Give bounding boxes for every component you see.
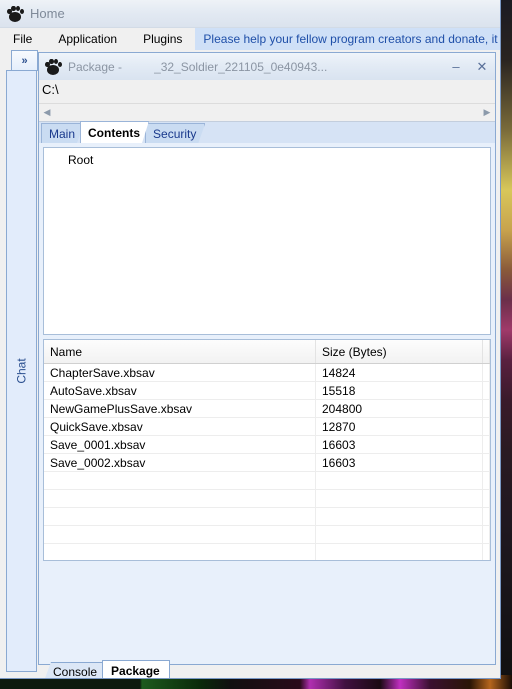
package-titlebar: Package - _32_Soldier_221105_0e40943... …: [39, 53, 495, 81]
cell-extra: [482, 417, 490, 436]
cell-size: 204800: [315, 399, 483, 418]
menu-item-file[interactable]: File: [0, 28, 46, 50]
cell-extra: [482, 399, 490, 418]
menu-bar: File Application Plugins Please help you…: [0, 28, 500, 51]
cell-size: 16603: [315, 435, 483, 454]
column-header-size[interactable]: Size (Bytes): [315, 340, 483, 364]
cell-name: AutoSave.xbsav: [44, 381, 316, 400]
file-list-panel[interactable]: Name Size (Bytes) ChapterSave.xbsav 14824…: [43, 339, 491, 561]
cell-empty: [482, 525, 490, 544]
cell-empty: [482, 489, 490, 508]
column-header-name[interactable]: Name: [44, 340, 316, 364]
table-row[interactable]: NewGamePlusSave.xbsav 204800: [44, 399, 490, 418]
table-row-empty[interactable]: [44, 543, 490, 560]
package-tree-panel[interactable]: Root: [43, 147, 491, 335]
window-title: Home: [30, 6, 65, 21]
cell-size: 14824: [315, 363, 483, 382]
cell-name: NewGamePlusSave.xbsav: [44, 399, 316, 418]
table-row-empty[interactable]: [44, 507, 490, 526]
tab-contents[interactable]: Contents: [80, 121, 149, 143]
address-area: C:\ ◀ ▶: [39, 80, 495, 122]
cell-empty: [44, 507, 316, 526]
cell-size: 16603: [315, 453, 483, 472]
client-area: » Chat Package - _32_Soldier_221105_0e40…: [0, 50, 500, 678]
cell-name: QuickSave.xbsav: [44, 417, 316, 436]
minimize-button[interactable]: –: [443, 57, 469, 77]
table-row[interactable]: Save_0002.xbsav 16603: [44, 453, 490, 472]
cell-size: 12870: [315, 417, 483, 436]
tree-node-root[interactable]: Root: [44, 152, 490, 168]
table-row[interactable]: QuickSave.xbsav 12870: [44, 417, 490, 436]
cell-size: 15518: [315, 381, 483, 400]
file-list-body: ChapterSave.xbsav 14824 AutoSave.xbsav 1551…: [44, 363, 490, 560]
scroll-left-icon[interactable]: ◀: [39, 105, 55, 120]
cell-empty: [482, 471, 490, 490]
file-list-table: Name Size (Bytes) ChapterSave.xbsav 14824…: [44, 340, 490, 560]
application-window: Home File Application Plugins Please hel…: [0, 0, 501, 679]
package-tabstrip: Main Contents Security: [39, 122, 495, 143]
paw-icon: [6, 5, 24, 23]
tab-main[interactable]: Main: [41, 123, 84, 143]
log-tabstrip: Console Package: [38, 660, 496, 679]
table-row[interactable]: AutoSave.xbsav 15518: [44, 381, 490, 400]
cell-empty: [315, 543, 483, 560]
table-row-empty[interactable]: [44, 489, 490, 508]
package-title-filename: _32_Soldier_221105_0e40943...: [154, 59, 328, 74]
table-row[interactable]: ChapterSave.xbsav 14824: [44, 363, 490, 382]
log-tab-package[interactable]: Package: [102, 660, 170, 678]
cell-empty: [44, 543, 316, 560]
table-row[interactable]: Save_0001.xbsav 16603: [44, 435, 490, 454]
file-list-header: Name Size (Bytes): [44, 340, 490, 364]
cell-empty: [315, 471, 483, 490]
chat-expand-button[interactable]: »: [11, 50, 38, 71]
cell-name: Save_0002.xbsav: [44, 453, 316, 472]
log-tab-console[interactable]: Console: [44, 662, 107, 679]
tab-security[interactable]: Security: [145, 123, 205, 143]
cell-empty: [482, 543, 490, 560]
cell-name: ChapterSave.xbsav: [44, 363, 316, 382]
donate-banner[interactable]: Please help your fellow program creators…: [195, 28, 500, 50]
cell-extra: [482, 363, 490, 382]
address-horizontal-scrollbar[interactable]: ◀ ▶: [39, 103, 495, 121]
package-child-window: Package - _32_Soldier_221105_0e40943... …: [38, 52, 496, 665]
cell-empty: [44, 525, 316, 544]
window-titlebar: Home: [0, 0, 500, 28]
close-button[interactable]: ✕: [469, 57, 495, 77]
column-header-extra[interactable]: [482, 340, 490, 364]
cell-empty: [315, 489, 483, 508]
cell-empty: [315, 525, 483, 544]
menu-item-plugins[interactable]: Plugins: [130, 28, 196, 50]
cell-empty: [315, 507, 483, 526]
paw-icon-package: [44, 58, 62, 76]
cell-name: Save_0001.xbsav: [44, 435, 316, 454]
cell-extra: [482, 435, 490, 454]
chat-dock: » Chat: [6, 50, 38, 672]
address-path-text[interactable]: C:\: [42, 82, 59, 97]
table-row-empty[interactable]: [44, 471, 490, 490]
file-list-header-row: Name Size (Bytes): [44, 340, 490, 364]
package-title-prefix: Package -: [68, 59, 123, 74]
cell-empty: [482, 507, 490, 526]
log-section: Console Package (3/5/2012 12:38:13 AM) -…: [38, 660, 496, 679]
table-row-empty[interactable]: [44, 525, 490, 544]
cell-empty: [44, 489, 316, 508]
scroll-right-icon[interactable]: ▶: [479, 105, 495, 120]
cell-extra: [482, 381, 490, 400]
chat-label[interactable]: Chat: [14, 358, 28, 383]
cell-empty: [44, 471, 316, 490]
chat-panel[interactable]: Chat: [6, 70, 37, 672]
contents-tab-body: Root Name Size (Bytes) ChapterSave.xbsav…: [39, 143, 495, 664]
menu-item-application[interactable]: Application: [45, 28, 131, 50]
cell-extra: [482, 453, 490, 472]
